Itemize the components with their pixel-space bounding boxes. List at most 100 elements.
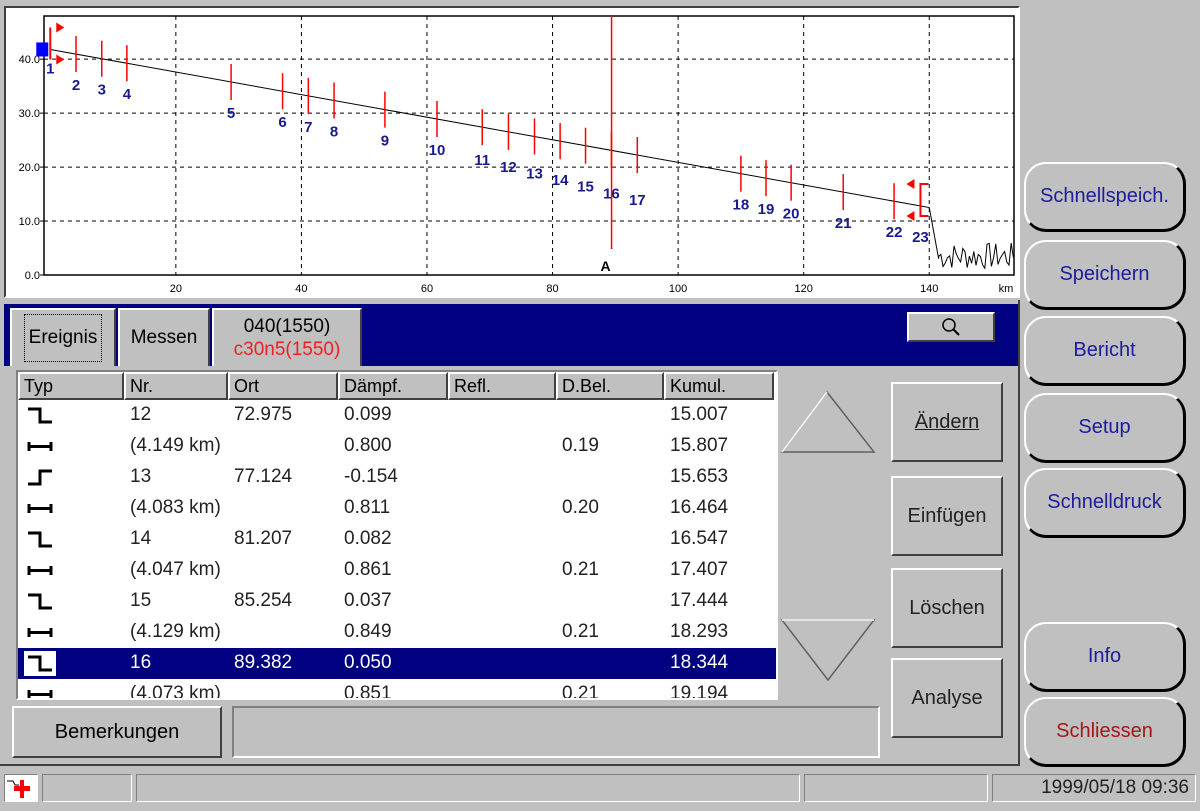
- event-label: 3: [98, 82, 106, 99]
- x-tick-label: 60: [421, 283, 433, 295]
- span-icon: [27, 566, 53, 575]
- step-down-icon: [28, 531, 52, 548]
- cell-dbel: 0.21: [562, 559, 599, 580]
- span-icon: [27, 628, 53, 637]
- sidebar-button-label: Speichern: [1059, 263, 1150, 285]
- loeschen-label: Löschen: [909, 596, 985, 619]
- cell-kumul: 16.547: [670, 528, 729, 549]
- event-label: 11: [474, 152, 490, 169]
- event-label: 2: [72, 77, 80, 94]
- sidebar-button-schnellspeich[interactable]: Schnellspeich.: [1024, 162, 1186, 232]
- column-header[interactable]: Refl.: [448, 372, 556, 400]
- step-down-icon: [24, 651, 56, 676]
- sidebar-button-label: Schliessen: [1056, 720, 1153, 742]
- cell-nr: (4.047 km): [130, 559, 221, 580]
- analyse-button[interactable]: Analyse: [891, 658, 1003, 738]
- status-cell: [42, 774, 132, 802]
- y-tick-label: 10.0: [19, 216, 40, 228]
- table-row[interactable]: (4.129 km) 0.849 0.21 18.293: [18, 617, 776, 648]
- plot-area: [43, 15, 1015, 276]
- x-tick-label: 80: [546, 283, 558, 295]
- loeschen-button[interactable]: Löschen: [891, 568, 1003, 648]
- sidebar-button-bericht[interactable]: Bericht: [1024, 316, 1186, 386]
- aendern-button[interactable]: Ändern: [891, 382, 1003, 462]
- cell-nr: 13: [130, 466, 152, 487]
- table-row[interactable]: (4.083 km) 0.811 0.20 16.464: [18, 493, 776, 524]
- step-up-icon: [28, 469, 52, 486]
- x-tick-label: 120: [794, 283, 812, 295]
- tab-trace[interactable]: 040(1550) c30n5(1550): [212, 308, 362, 366]
- cell-nr: 14: [130, 528, 152, 549]
- table-row[interactable]: 12 72.975 0.099 15.007: [18, 400, 776, 431]
- einfuegen-button[interactable]: Einfügen: [891, 476, 1003, 556]
- cell-dbel: 0.19: [562, 435, 599, 456]
- column-header[interactable]: Typ: [18, 372, 124, 400]
- cell-kumul: 16.464: [670, 497, 729, 518]
- sidebar-button-schnelldruck[interactable]: Schnelldruck: [1024, 468, 1186, 538]
- table-row[interactable]: 14 81.207 0.082 16.547: [18, 524, 776, 555]
- table-row[interactable]: 15 85.254 0.037 17.444: [18, 586, 776, 617]
- x-axis-label: km: [999, 283, 1014, 295]
- event-table[interactable]: Typ Nr. Ort Dämpf. Refl. D.Bel. Kumul. 12 72.975…: [16, 370, 778, 700]
- cell-daempf: 0.851: [344, 683, 392, 700]
- scroll-up-button[interactable]: [780, 390, 876, 453]
- table-row[interactable]: (4.149 km) 0.800 0.19 15.807: [18, 431, 776, 462]
- sidebar-button-info[interactable]: Info: [1024, 622, 1186, 692]
- step-down-icon: [28, 593, 52, 610]
- cell-daempf: 0.099: [344, 404, 392, 425]
- sidebar-button-label: Info: [1087, 645, 1122, 667]
- event-label: 23: [912, 229, 929, 246]
- cell-nr: (4.083 km): [130, 497, 221, 518]
- column-header[interactable]: Nr.: [124, 372, 228, 400]
- event-label: 1: [46, 60, 54, 77]
- bemerkungen-button[interactable]: Bemerkungen: [12, 706, 222, 758]
- column-header[interactable]: Ort: [228, 372, 338, 400]
- cell-daempf: 0.849: [344, 621, 392, 642]
- cursor-a-label: A: [600, 258, 610, 274]
- event-label: 13: [526, 166, 543, 183]
- cell-kumul: 18.344: [670, 652, 729, 673]
- y-tick-label: 20.0: [19, 162, 40, 174]
- tab-ereignis-label: Ereignis: [23, 314, 103, 362]
- cell-dbel: 0.21: [562, 683, 599, 700]
- cell-ort: 77.124: [234, 466, 293, 487]
- status-bar: 1999/05/18 09:36: [0, 770, 1200, 811]
- span-icon: [27, 690, 53, 698]
- table-row[interactable]: (4.047 km) 0.861 0.21 17.407: [18, 555, 776, 586]
- event-label: 12: [500, 159, 517, 176]
- cell-ort: 72.975: [234, 404, 293, 425]
- event-label: 10: [429, 142, 446, 159]
- cell-kumul: 19.194: [670, 683, 729, 700]
- sidebar-button-setup[interactable]: Setup: [1024, 393, 1186, 463]
- aendern-label: Ändern: [914, 410, 980, 433]
- cell-nr: 16: [130, 652, 152, 673]
- tab-ereignis[interactable]: Ereignis: [10, 308, 116, 366]
- table-row[interactable]: 13 77.124 -0.154 15.653: [18, 462, 776, 493]
- cell-daempf: 0.037: [344, 590, 392, 611]
- trace-reference: c30n5(1550): [233, 339, 341, 360]
- cell-daempf: 0.082: [344, 528, 392, 549]
- sidebar-button-speichern[interactable]: Speichern: [1024, 240, 1186, 310]
- cell-nr: (4.149 km): [130, 435, 221, 456]
- tab-messen[interactable]: Messen: [118, 308, 210, 366]
- status-datetime: 1999/05/18 09:36: [992, 774, 1196, 802]
- otdr-trace-chart[interactable]: 20 40 60 80 100 120 140 0.0 10.0 20.0 30.0 40.0 km 1 2…: [4, 6, 1020, 298]
- cell-nr: (4.129 km): [130, 621, 221, 642]
- zoom-button[interactable]: [907, 312, 995, 342]
- y-tick-label: 0.0: [25, 270, 40, 282]
- table-row[interactable]: (4.073 km) 0.851 0.21 19.194: [18, 679, 776, 700]
- column-header[interactable]: Dämpf.: [338, 372, 448, 400]
- column-header[interactable]: Kumul.: [664, 372, 774, 400]
- trace-name: 040(1550): [243, 316, 331, 337]
- event-label: 5: [227, 105, 235, 122]
- column-header[interactable]: D.Bel.: [556, 372, 664, 400]
- cell-ort: 89.382: [234, 652, 293, 673]
- scroll-down-button[interactable]: [780, 619, 876, 682]
- cell-ort: 85.254: [234, 590, 293, 611]
- table-row[interactable]: 16 89.382 0.050 18.344: [18, 648, 776, 679]
- remark-field[interactable]: [232, 706, 880, 758]
- sidebar-button-label: Schnelldruck: [1047, 491, 1162, 513]
- sidebar-button-schliessen[interactable]: Schliessen: [1024, 697, 1186, 767]
- magnifier-icon: [942, 318, 960, 336]
- cell-dbel: 0.20: [562, 497, 599, 518]
